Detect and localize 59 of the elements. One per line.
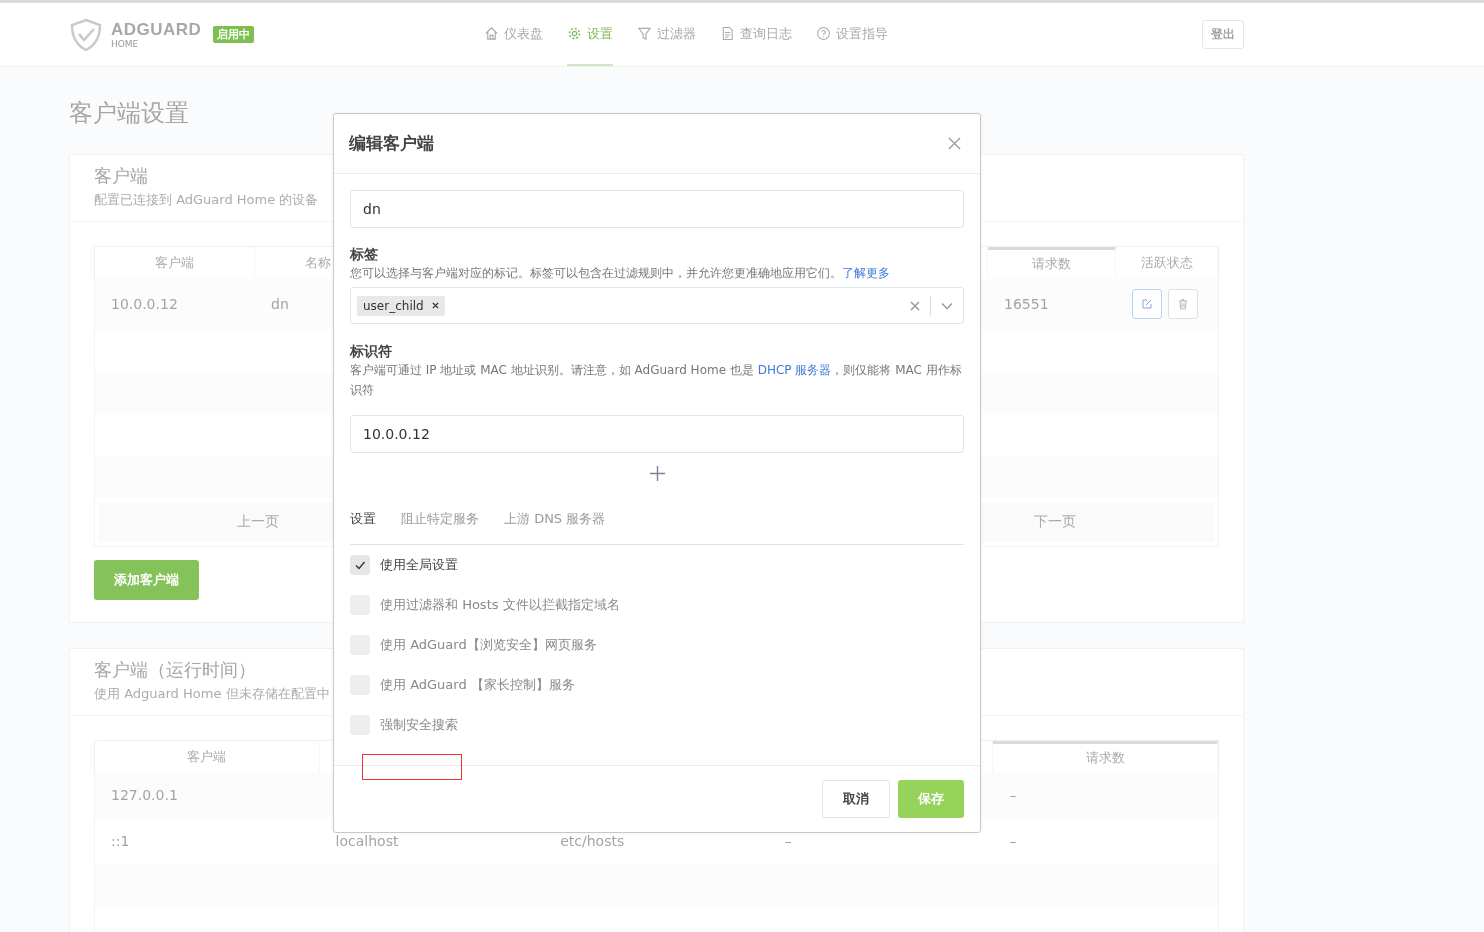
- settings-tab[interactable]: 上游 DNS 服务器: [504, 510, 606, 528]
- save-button[interactable]: 保存: [898, 780, 964, 818]
- remove-icon[interactable]: [431, 302, 439, 309]
- nav-link[interactable]: 过滤器: [637, 3, 697, 66]
- name-field[interactable]: dn: [350, 190, 964, 228]
- edit-button[interactable]: [1132, 289, 1162, 319]
- document-icon: [720, 26, 736, 41]
- trash-icon: [1177, 298, 1189, 310]
- field-label: 标签: [350, 245, 379, 263]
- tags-select[interactable]: user_child: [350, 287, 964, 324]
- card-title: 客户端（运行时间）: [94, 659, 256, 681]
- table-cell-text: etc/hosts: [559, 832, 626, 851]
- settings-tab[interactable]: 设置: [350, 510, 376, 528]
- option-label: 强制安全搜索: [380, 716, 458, 734]
- add-client-button[interactable]: 添加客户端: [94, 560, 199, 600]
- table-cell-text: 16551: [1003, 295, 1050, 314]
- table-cell-text: localhost: [334, 832, 400, 851]
- card-subtitle: 使用 Adguard Home 但未存储在配置中: [94, 685, 330, 703]
- cancel-button[interactable]: 取消: [822, 780, 890, 818]
- page-title: 客户端设置: [69, 98, 190, 129]
- filter-icon: [637, 26, 653, 41]
- nav-link[interactable]: 设置指导: [816, 3, 889, 66]
- table-cell-text: –: [783, 832, 793, 851]
- home-icon: [484, 26, 500, 41]
- table-cell-text: ::1: [110, 832, 131, 851]
- table-cell-text: –: [1008, 832, 1018, 851]
- logout-button[interactable]: 登出: [1202, 20, 1244, 49]
- option-label: 使用 AdGuard 【家长控制】服务: [380, 676, 575, 694]
- edit-icon: [1141, 298, 1153, 310]
- nav-link[interactable]: 查询日志: [720, 3, 793, 66]
- gear-icon: [567, 26, 583, 41]
- table-cell-text: –: [1008, 786, 1018, 805]
- close-icon[interactable]: [948, 137, 961, 150]
- checkbox[interactable]: [350, 555, 370, 575]
- logo-name: ADGUARD: [111, 20, 202, 38]
- dhcp-server-link[interactable]: DHCP 服务器: [757, 363, 832, 377]
- nav-link[interactable]: 仪表盘: [484, 3, 544, 66]
- learn-more-link[interactable]: 了解更多: [842, 266, 890, 280]
- option-label: 使用 AdGuard【浏览安全】网页服务: [380, 636, 597, 654]
- clear-icon[interactable]: [910, 300, 920, 311]
- delete-button[interactable]: [1168, 289, 1198, 319]
- add-icon[interactable]: [648, 465, 666, 482]
- help-icon: [816, 26, 832, 41]
- tag-chip: user_child: [357, 295, 445, 316]
- option-label: 使用过滤器和 Hosts 文件以拦截指定域名: [380, 596, 620, 614]
- logo-subtitle: HOME: [111, 39, 140, 49]
- table-cell-text: 10.0.0.12: [110, 295, 179, 314]
- status-badge: 启用中: [213, 26, 255, 43]
- field-label: 标识符: [350, 342, 393, 360]
- card-title: 客户端: [94, 165, 148, 187]
- dialog-title: 编辑客户端: [349, 132, 434, 155]
- table-cell-text: 127.0.0.1: [110, 786, 179, 805]
- option-label: 使用全局设置: [380, 556, 458, 574]
- chevron-down-icon[interactable]: [941, 301, 953, 310]
- identifier-field[interactable]: 10.0.0.12: [350, 415, 964, 453]
- card-subtitle: 配置已连接到 AdGuard Home 的设备: [94, 191, 319, 209]
- help-text: 客户端可通过 IP 地址或 MAC 地址识别。请注意，如 AdGuard Home 也是 DHCP 服务器，则仅能将 MAC 用作标识符: [350, 362, 963, 399]
- shield-logo-icon: [69, 17, 103, 52]
- nav-link[interactable]: 设置: [567, 3, 614, 66]
